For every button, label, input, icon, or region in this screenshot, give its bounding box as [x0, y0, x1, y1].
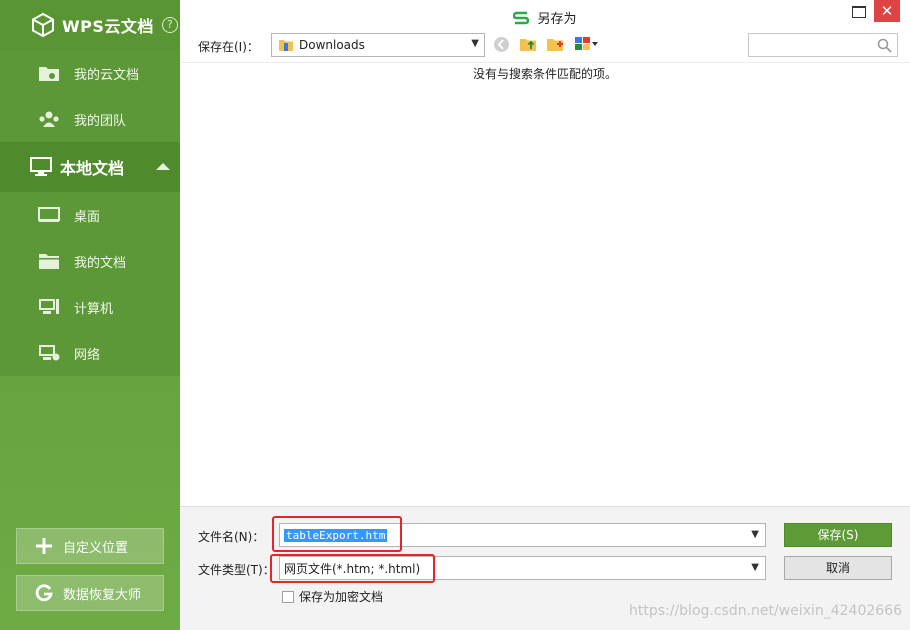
brand-title: WPS云文档: [62, 17, 154, 36]
brand-header: WPS云文档 ?: [0, 0, 180, 50]
save-button[interactable]: 保存(S): [784, 523, 892, 547]
network-icon: [38, 343, 60, 363]
recovery-g-icon: [35, 584, 53, 602]
cloud-nav: 我的云文档 我的团队: [0, 50, 180, 142]
wps-s-logo-icon: [513, 11, 530, 25]
custom-location-label: 自定义位置: [63, 540, 129, 556]
up-folder-icon[interactable]: [519, 35, 537, 53]
team-icon: [38, 109, 60, 129]
watermark-text: https://blog.csdn.net/weixin_42402666: [628, 603, 902, 619]
downloads-folder-icon: [279, 40, 293, 51]
desktop-icon: [38, 205, 60, 225]
search-box[interactable]: [748, 33, 898, 57]
sidebar-item-label: 计算机: [74, 301, 114, 317]
local-docs-section[interactable]: 本地文档: [0, 142, 180, 192]
maximize-icon[interactable]: [852, 6, 866, 18]
data-recovery-label: 数据恢复大师: [63, 587, 142, 603]
sidebar-item-computer[interactable]: 计算机: [0, 284, 180, 330]
custom-location-button[interactable]: 自定义位置: [16, 528, 164, 564]
file-list-area[interactable]: 没有与搜索条件匹配的项。: [180, 62, 910, 506]
location-dropdown[interactable]: Downloads ▼: [271, 33, 485, 57]
sidebar-item-my-cloud-docs[interactable]: 我的云文档: [0, 50, 180, 96]
sidebar-item-my-team[interactable]: 我的团队: [0, 96, 180, 142]
bottom-panel: 文件名(N)： tableExport.htm ▼ 保存(S) 文件类型(T)：…: [180, 506, 910, 630]
cube-logo-icon: [32, 12, 54, 38]
view-menu-icon[interactable]: [574, 35, 600, 53]
empty-message: 没有与搜索条件匹配的项。: [472, 67, 617, 81]
title-bar[interactable]: 另存为 ✕: [180, 0, 910, 32]
sidebar-item-desktop[interactable]: 桌面: [0, 192, 180, 238]
monitor-icon: [30, 157, 52, 177]
highlight-box-filename: [272, 516, 402, 552]
sidebar-item-my-documents[interactable]: 我的文档: [0, 238, 180, 284]
location-value: Downloads: [299, 38, 365, 52]
plus-icon: [35, 537, 53, 555]
sidebar-item-network[interactable]: 网络: [0, 330, 180, 376]
save-as-dialog: 另存为 ✕ 保存在(I)： Downloads ▼ 没有与搜索条件匹配的项。 文…: [180, 0, 910, 630]
dialog-title: 另存为: [537, 12, 577, 27]
highlight-box-filetype: [270, 554, 435, 583]
sidebar-item-label: 我的云文档: [74, 67, 140, 83]
save-in-label: 保存在(I)：: [198, 40, 259, 54]
sidebar: WPS云文档 ? 我的云文档 我的团队 本地文档 桌面 我的文档 计算机 网络 …: [0, 0, 180, 630]
computer-icon: [38, 297, 60, 317]
encrypt-label: 保存为加密文档: [299, 590, 384, 604]
dialog-title-wrap: 另存为: [180, 8, 910, 27]
sidebar-item-label: 网络: [74, 347, 101, 363]
collapse-caret-icon[interactable]: [156, 163, 170, 170]
section-label: 本地文档: [60, 159, 125, 178]
cancel-button[interactable]: 取消: [784, 556, 892, 580]
encrypt-checkbox[interactable]: [282, 590, 294, 603]
data-recovery-button[interactable]: 数据恢复大师: [16, 575, 164, 611]
filename-label: 文件名(N)：: [198, 530, 265, 544]
sidebar-item-label: 桌面: [74, 209, 101, 225]
chevron-down-icon[interactable]: ▼: [751, 562, 759, 573]
help-icon[interactable]: ?: [161, 17, 178, 33]
chevron-down-icon[interactable]: ▼: [751, 529, 759, 540]
chevron-down-icon: ▼: [471, 38, 479, 49]
location-toolbar: 保存在(I)： Downloads ▼: [180, 32, 910, 62]
sidebar-item-label: 我的文档: [74, 255, 127, 271]
close-button[interactable]: ✕: [874, 0, 900, 22]
new-folder-icon[interactable]: [546, 35, 564, 53]
cloud-folder-icon: [38, 63, 60, 83]
back-icon[interactable]: [492, 35, 510, 53]
sidebar-item-label: 我的团队: [74, 113, 127, 129]
search-input[interactable]: [749, 34, 869, 56]
filetype-label: 文件类型(T)：: [198, 563, 275, 577]
local-nav: 桌面 我的文档 计算机 网络: [0, 192, 180, 376]
search-icon[interactable]: [877, 38, 892, 53]
folder-icon: [38, 251, 60, 271]
encrypt-option[interactable]: 保存为加密文档: [282, 588, 383, 605]
